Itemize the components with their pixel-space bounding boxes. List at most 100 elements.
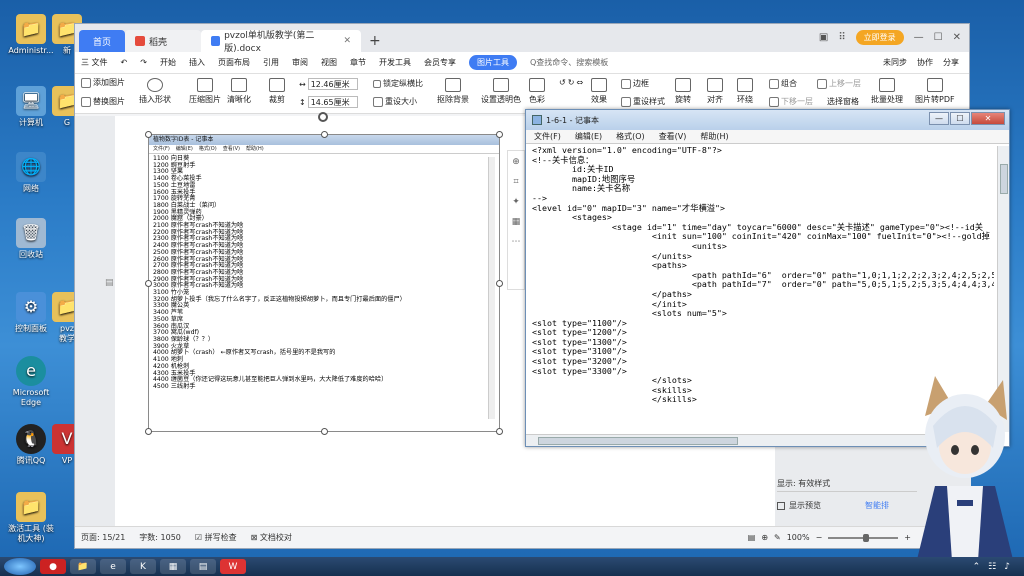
transparent-button[interactable]: 设置透明色: [481, 78, 521, 105]
to-pdf-button[interactable]: 图片转PDF: [915, 78, 955, 105]
batch-button[interactable]: 批量处理: [871, 78, 903, 105]
width-input[interactable]: 12.46厘米: [307, 78, 358, 90]
insert-shape-button[interactable]: 插入形状: [139, 78, 171, 105]
height-field[interactable]: ↕ 14.65厘米: [299, 96, 358, 108]
rotate-button[interactable]: 旋转: [675, 78, 691, 105]
menu-file[interactable]: 文件(F): [534, 131, 561, 142]
group-button[interactable]: 组合: [769, 78, 797, 89]
grid-icon[interactable]: ⠿: [838, 32, 845, 43]
resize-handle[interactable]: [321, 428, 328, 435]
resize-handle[interactable]: [145, 280, 152, 287]
browser-icon[interactable]: e: [100, 559, 126, 574]
align-button[interactable]: 对齐: [707, 78, 723, 105]
close-icon[interactable]: ✕: [971, 112, 1005, 125]
styles-show-select[interactable]: 显示: 有效样式: [777, 476, 917, 492]
k-app-icon[interactable]: K: [130, 559, 156, 574]
close-tab-icon[interactable]: ✕: [343, 36, 351, 46]
maximize-icon[interactable]: ☐: [934, 32, 943, 43]
tab-document[interactable]: pvzol单机版教学(第二版).docx ✕: [201, 30, 361, 54]
zoom-slider-knob[interactable]: [863, 533, 870, 542]
scroll-thumb[interactable]: [538, 437, 738, 445]
resize-handle[interactable]: [496, 131, 503, 138]
scroll-thumb[interactable]: [1000, 164, 1008, 194]
effects-button[interactable]: 效果: [591, 78, 607, 105]
move-down-button[interactable]: 下移一层: [769, 96, 813, 107]
spell-check-toggle[interactable]: ☑ 拼写检查: [195, 532, 237, 543]
undo-icon[interactable]: ↶: [121, 58, 128, 67]
menu-file[interactable]: 三 文件: [81, 57, 108, 68]
rotate-handle-icon[interactable]: [318, 112, 328, 122]
desktop-icon-recycle[interactable]: 🗑 回收站: [2, 218, 60, 260]
explorer-icon[interactable]: 📁: [70, 559, 96, 574]
rotate-tools[interactable]: ↺ ↻ ⇔: [559, 78, 583, 87]
word-count[interactable]: 字数: 1050: [139, 532, 181, 543]
wps-taskbar-icon[interactable]: W: [220, 559, 246, 574]
desktop-icon-network[interactable]: 🌐 网络: [2, 152, 60, 194]
menu-member[interactable]: 会员专享: [424, 57, 456, 68]
desktop-icon-edge[interactable]: e Microsoft Edge: [2, 356, 60, 408]
web-view-icon[interactable]: ⊕: [761, 533, 768, 542]
menu-chapter[interactable]: 章节: [350, 57, 366, 68]
color-button[interactable]: 色彩: [529, 78, 545, 105]
crop-quick-icon[interactable]: ⌗: [513, 177, 518, 187]
window-preview-icon[interactable]: ▦: [160, 559, 186, 574]
menu-format[interactable]: 格式(O): [616, 131, 645, 142]
width-field[interactable]: ↔ 12.46厘米: [299, 78, 358, 90]
page-indicator[interactable]: 页面: 15/21: [81, 532, 125, 543]
lock-ratio-checkbox[interactable]: 锁定纵横比: [373, 78, 423, 89]
remove-bg-button[interactable]: 抠除背景: [437, 78, 469, 105]
resize-handle[interactable]: [496, 280, 503, 287]
layout-icon[interactable]: ▣: [819, 32, 828, 43]
move-up-button[interactable]: 上移一层: [817, 78, 861, 89]
tab-docer[interactable]: 稻壳: [125, 30, 201, 52]
replace-image-button[interactable]: 替换图片: [81, 96, 125, 107]
view-mode-icon[interactable]: ▤: [748, 533, 756, 542]
collaborate-button[interactable]: 协作: [917, 57, 933, 68]
menu-home[interactable]: 开始: [160, 57, 176, 68]
compress-button[interactable]: 压缩图片: [189, 78, 221, 105]
border-button[interactable]: 边框: [621, 78, 649, 89]
zoom-slider[interactable]: [828, 533, 899, 542]
menu-insert[interactable]: 插入: [189, 57, 205, 68]
menu-layout[interactable]: 页面布局: [218, 57, 250, 68]
network-icon[interactable]: ☷: [988, 562, 996, 572]
notepad-taskbar-icon[interactable]: ▤: [190, 559, 216, 574]
menu-references[interactable]: 引用: [263, 57, 279, 68]
desktop-icon-activator[interactable]: 📁 激活工具 (装 机大神): [2, 492, 60, 544]
menu-review[interactable]: 审阅: [292, 57, 308, 68]
redo-icon[interactable]: ↷: [140, 58, 147, 67]
menu-help[interactable]: 帮助(H): [700, 131, 728, 142]
share-button[interactable]: 分享: [943, 57, 959, 68]
resize-handle[interactable]: [145, 131, 152, 138]
crop-button[interactable]: 裁剪: [269, 78, 285, 105]
close-icon[interactable]: ✕: [953, 32, 961, 43]
proofread-button[interactable]: ⊠ 文档校对: [251, 532, 292, 543]
menu-view[interactable]: 查看(V): [659, 131, 687, 142]
edit-icon[interactable]: ✎: [774, 533, 781, 542]
zoom-image-icon[interactable]: ⊕: [512, 157, 520, 167]
zoom-out-icon[interactable]: −: [816, 533, 823, 542]
embedded-image[interactable]: 植物数字ID表 - 记事本 文件(F) 编辑(E) 格式(O) 查看(V) 帮助…: [145, 131, 503, 435]
start-button[interactable]: [4, 558, 36, 575]
resize-handle[interactable]: [145, 428, 152, 435]
reset-size-button[interactable]: 重设大小: [373, 96, 417, 107]
wrap-button[interactable]: 环绕: [737, 78, 753, 105]
add-image-button[interactable]: 添加图片: [81, 77, 125, 88]
zoom-level[interactable]: 100%: [787, 533, 810, 542]
sync-status[interactable]: 未同步: [883, 57, 907, 68]
preview-option[interactable]: 显示预览 智能排: [777, 500, 917, 511]
tray-icon[interactable]: ⌃: [973, 562, 981, 572]
smart-layout-link[interactable]: 智能排: [865, 500, 889, 511]
record-icon[interactable]: ●: [40, 559, 66, 574]
clarity-button[interactable]: 清晰化: [227, 78, 251, 105]
maximize-icon[interactable]: ☐: [950, 112, 970, 125]
login-button[interactable]: 立即登录: [855, 30, 904, 45]
reset-style-button[interactable]: 重设样式: [621, 96, 665, 107]
layout-quick-icon[interactable]: ▦: [512, 217, 521, 227]
menu-picture-tools[interactable]: 图片工具: [468, 55, 517, 70]
notepad-title-bar[interactable]: 1-6-1 - 记事本 — ☐ ✕: [526, 110, 1009, 130]
tab-home[interactable]: 首页: [79, 30, 125, 52]
volume-icon[interactable]: ♪: [1004, 562, 1010, 572]
menu-edit[interactable]: 编辑(E): [575, 131, 602, 142]
more-icon[interactable]: ⋯: [512, 237, 521, 247]
